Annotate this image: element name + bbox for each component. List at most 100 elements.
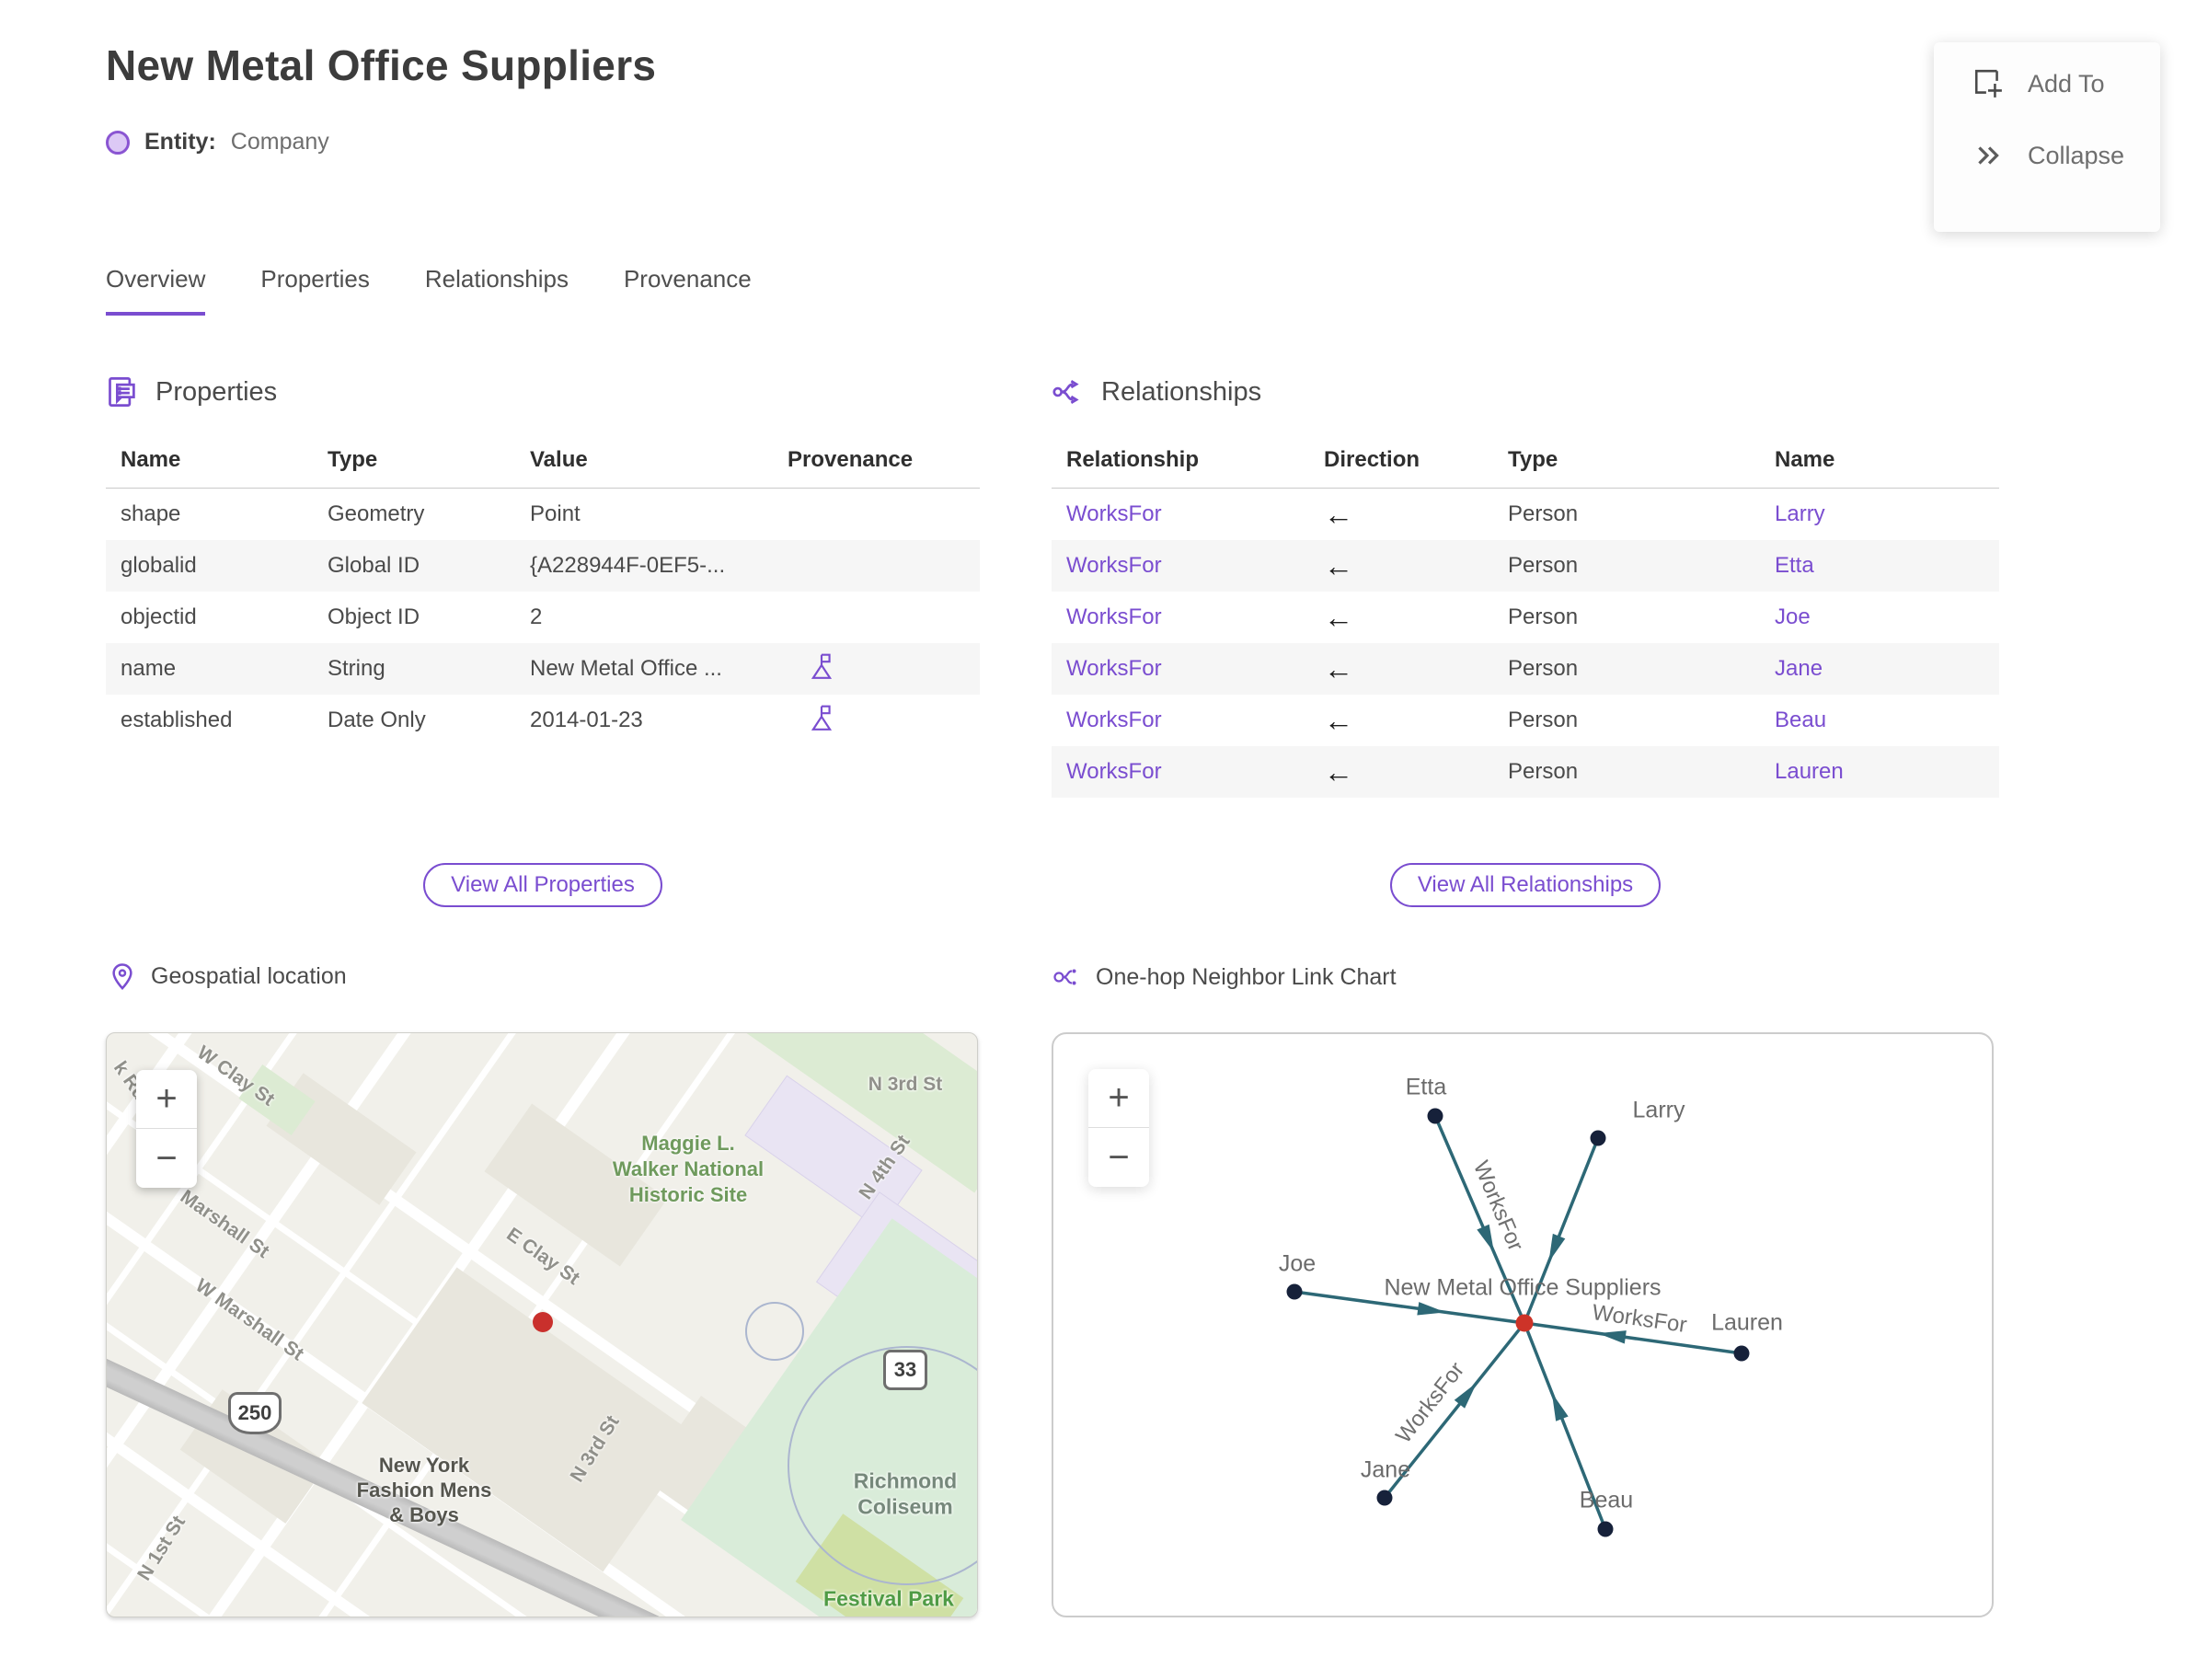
- map-label: Historic Site: [628, 1183, 748, 1206]
- direction-arrow-icon: ←: [1324, 600, 1353, 634]
- chart-zoom-control: + −: [1088, 1069, 1149, 1187]
- link-chart[interactable]: Etta Larry Joe Lauren Jane Beau New Metal Offi…: [1052, 1032, 1994, 1617]
- relationships-table-body: WorksFor ← Person Larry WorksFor ← Person Etta W…: [1052, 489, 1999, 798]
- chart-zoom-in-button[interactable]: +: [1088, 1069, 1149, 1128]
- map-zoom-in-button[interactable]: +: [136, 1070, 197, 1129]
- property-value: 2014-01-23: [530, 708, 643, 732]
- tab-bar: Overview Properties Relationships Proven…: [106, 265, 752, 316]
- related-entity-link[interactable]: Lauren: [1760, 759, 1999, 785]
- property-value: {A228944F-0EF5-...: [530, 553, 726, 578]
- col-header-name: Name: [1775, 447, 1835, 472]
- direction-arrow-icon: ←: [1324, 497, 1353, 531]
- properties-row: objectid Object ID 2: [106, 592, 980, 643]
- entity-detail-page: New Metal Office Suppliers Entity: Compa…: [0, 0, 2208, 1680]
- relationship-type: Person: [1508, 656, 1579, 681]
- properties-row: globalid Global ID {A228944F-0EF5-...: [106, 540, 980, 592]
- related-entity-link[interactable]: Beau: [1760, 708, 1999, 733]
- chart-node-beau[interactable]: [1597, 1521, 1614, 1537]
- relationships-section: Relationships Relationship Direction Typ…: [1052, 375, 1999, 798]
- map-pin-icon: [112, 963, 132, 990]
- tab-overview[interactable]: Overview: [106, 265, 206, 316]
- relationship-row: WorksFor ← Person Etta: [1052, 540, 1999, 592]
- chart-node-jane[interactable]: [1376, 1490, 1393, 1506]
- relationship-link[interactable]: WorksFor: [1052, 656, 1309, 682]
- tab-properties[interactable]: Properties: [260, 265, 370, 316]
- chart-edge: [1294, 1290, 1525, 1325]
- entity-label: Entity:: [144, 129, 216, 155]
- route-shield: 33: [883, 1350, 927, 1390]
- direction-arrow-icon: ←: [1324, 651, 1353, 685]
- property-provenance: [773, 704, 980, 738]
- one-hop-title: One-hop Neighbor Link Chart: [1096, 963, 1397, 990]
- relationship-row: WorksFor ← Person Jane: [1052, 643, 1999, 695]
- map-label: N 1st St: [133, 1512, 190, 1584]
- map-label: Festival Park: [823, 1586, 954, 1611]
- properties-section-header: Properties: [106, 375, 980, 408]
- add-to-label: Add To: [2028, 69, 2105, 98]
- relationships-section-header: Relationships: [1052, 375, 1999, 408]
- property-type: Object ID: [328, 604, 420, 629]
- relationship-row: WorksFor ← Person Beau: [1052, 695, 1999, 746]
- relationship-type: Person: [1508, 759, 1579, 784]
- relationship-link[interactable]: WorksFor: [1052, 553, 1309, 579]
- relationships-section-title: Relationships: [1101, 376, 1262, 407]
- chart-edge: [1523, 1137, 1600, 1324]
- collapse-label: Collapse: [2028, 141, 2125, 169]
- properties-table-header: Name Type Value Provenance: [106, 447, 980, 489]
- chart-edge: [1524, 1321, 1742, 1355]
- chart-center-node[interactable]: [1515, 1314, 1534, 1332]
- relationship-link[interactable]: WorksFor: [1052, 604, 1309, 630]
- provenance-flag-icon[interactable]: [810, 705, 834, 737]
- tab-provenance[interactable]: Provenance: [624, 265, 752, 316]
- view-all-relationships-button[interactable]: View All Relationships: [1389, 863, 1662, 907]
- chart-node-joe[interactable]: [1286, 1283, 1303, 1300]
- chart-node-etta[interactable]: [1427, 1108, 1443, 1124]
- provenance-flag-icon[interactable]: [810, 653, 834, 685]
- chart-edge: [1523, 1322, 1607, 1530]
- actions-card: Add To Collapse: [1934, 42, 2160, 232]
- tab-relationships[interactable]: Relationships: [425, 265, 569, 316]
- col-header-provenance: Provenance: [788, 447, 914, 472]
- map-circle-small: [745, 1302, 804, 1361]
- properties-table: Name Type Value Provenance shape Geometry…: [106, 447, 980, 746]
- relationship-link[interactable]: WorksFor: [1052, 759, 1309, 785]
- page-title: New Metal Office Suppliers: [106, 41, 657, 89]
- relationship-link[interactable]: WorksFor: [1052, 708, 1309, 733]
- collapse-button[interactable]: Collapse: [1972, 140, 2160, 171]
- property-type: Geometry: [328, 501, 425, 526]
- chevrons-right-icon: [1978, 146, 1999, 165]
- col-header-type: Type: [328, 447, 378, 472]
- col-header-relationship: Relationship: [1066, 447, 1200, 472]
- chart-edge-arrow-icon: [1548, 1233, 1566, 1262]
- map-label: & Boys: [389, 1503, 459, 1526]
- chart-zoom-out-button[interactable]: −: [1088, 1128, 1149, 1187]
- properties-row: established Date Only 2014-01-23: [106, 695, 980, 746]
- map-label: N 3rd St: [868, 1074, 943, 1095]
- chart-edge-arrow-icon: [1551, 1392, 1569, 1421]
- view-all-relationships-wrap: View All Relationships: [1052, 863, 1999, 907]
- col-header-name: Name: [121, 447, 181, 472]
- properties-table-body: shape Geometry Point globalid Global ID {A228…: [106, 489, 980, 746]
- map-label: Coliseum: [857, 1494, 953, 1519]
- related-entity-link[interactable]: Joe: [1760, 604, 1999, 630]
- add-to-button[interactable]: Add To: [1972, 68, 2160, 99]
- map-entity-marker[interactable]: [533, 1312, 553, 1332]
- properties-icon: [109, 377, 135, 407]
- chart-node-larry[interactable]: [1590, 1130, 1606, 1146]
- related-entity-link[interactable]: Jane: [1760, 656, 1999, 682]
- properties-row: shape Geometry Point: [106, 489, 980, 540]
- map-label: Maggie L.: [641, 1132, 735, 1155]
- related-entity-link[interactable]: Etta: [1760, 553, 1999, 579]
- geospatial-map[interactable]: W Clay St k Rd Marshall St W Marshall St E C…: [106, 1032, 978, 1617]
- relationship-link[interactable]: WorksFor: [1052, 501, 1309, 527]
- relationship-type: Person: [1508, 604, 1579, 629]
- map-label: New York: [378, 1454, 470, 1477]
- chart-node-lauren[interactable]: [1733, 1345, 1750, 1362]
- col-header-value: Value: [530, 447, 588, 472]
- relationships-icon: [1052, 380, 1079, 404]
- related-entity-link[interactable]: Larry: [1760, 501, 1999, 527]
- map-label: Marshall St: [176, 1186, 273, 1263]
- map-zoom-out-button[interactable]: −: [136, 1129, 197, 1188]
- entity-type-value: Company: [230, 129, 329, 155]
- view-all-properties-button[interactable]: View All Properties: [423, 863, 662, 907]
